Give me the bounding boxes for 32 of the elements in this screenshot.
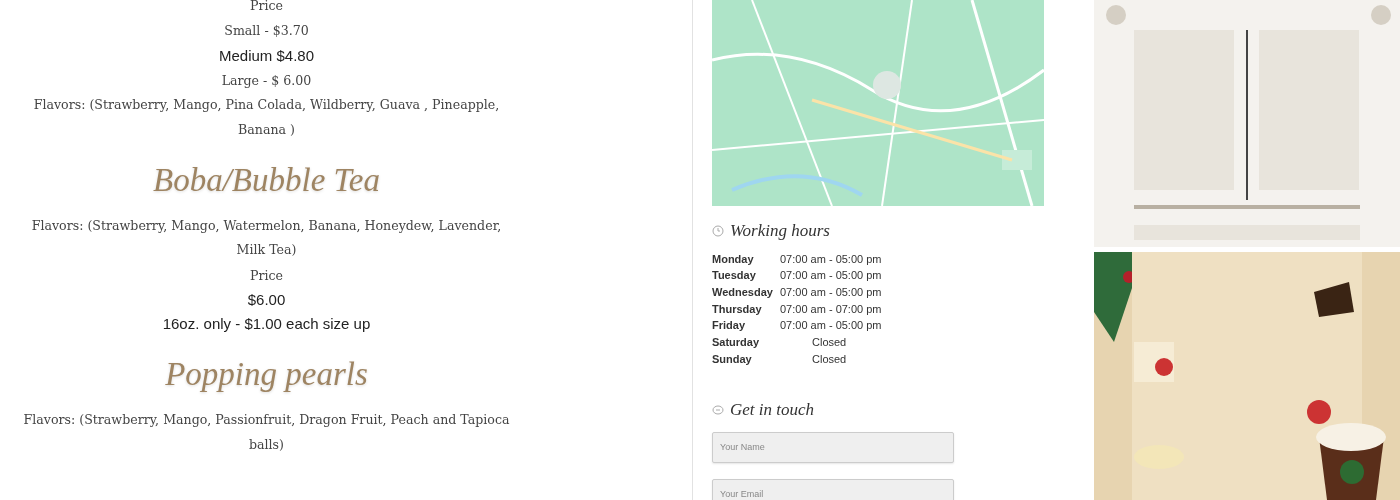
hours-text: 07:00 am - 07:00 pm xyxy=(780,302,882,315)
menu-text: Small - $3.70 xyxy=(224,22,309,41)
menu-text: Medium $4.80 xyxy=(218,45,315,66)
menu-text: $6.00 xyxy=(247,290,286,311)
day-label: Friday xyxy=(712,319,745,332)
hours-text: Closed xyxy=(811,351,847,367)
hours-text: 07:00 am - 05:00 pm xyxy=(780,319,882,332)
day-label: Monday xyxy=(712,252,754,265)
menu-text: Flavors: (Strawberry, Mango, Watermelon, Banana, Honeydew, Lavender, Milk Tea) xyxy=(30,217,503,260)
hours-text: 07:00 am - 05:00 pm xyxy=(780,252,882,265)
section-heading: Boba/Bubble Tea xyxy=(153,161,380,201)
section-title: Working hours xyxy=(730,220,830,242)
section-heading: Popping pearls xyxy=(165,355,368,395)
day-label: Thursday xyxy=(712,302,762,315)
input-field[interactable]: Your Name xyxy=(712,431,954,463)
hours-text: Closed xyxy=(811,335,847,351)
menu-text: 16oz. only - $1.00 each size up xyxy=(162,314,371,335)
menu-text: Price xyxy=(250,0,283,15)
menu-text: Price xyxy=(250,266,283,285)
day-label: Sunday xyxy=(712,352,752,365)
day-label: Saturday xyxy=(712,336,760,349)
hours-text: 07:00 am - 05:00 pm xyxy=(780,285,882,298)
menu-text: Flavors: (Strawberry, Mango, Pina Colada, Wildberry, Guava , Pineapple, Banana ) xyxy=(32,96,501,139)
hours-text: 07:00 am - 05:00 pm xyxy=(780,269,882,282)
input-field[interactable]: Your Email xyxy=(712,478,954,500)
clock-icon xyxy=(712,224,724,237)
menu-text: Large - $ 6.00 xyxy=(221,71,312,90)
chat-icon xyxy=(712,404,724,417)
day-label: Tuesday xyxy=(712,269,756,282)
day-label: Wednesday xyxy=(712,285,773,298)
section-title: Get in touch xyxy=(730,399,815,422)
menu-text: Flavors: (Strawberry, Mango, Passionfruit, Dragon Fruit, Peach and Tapioca balls) xyxy=(23,411,510,454)
